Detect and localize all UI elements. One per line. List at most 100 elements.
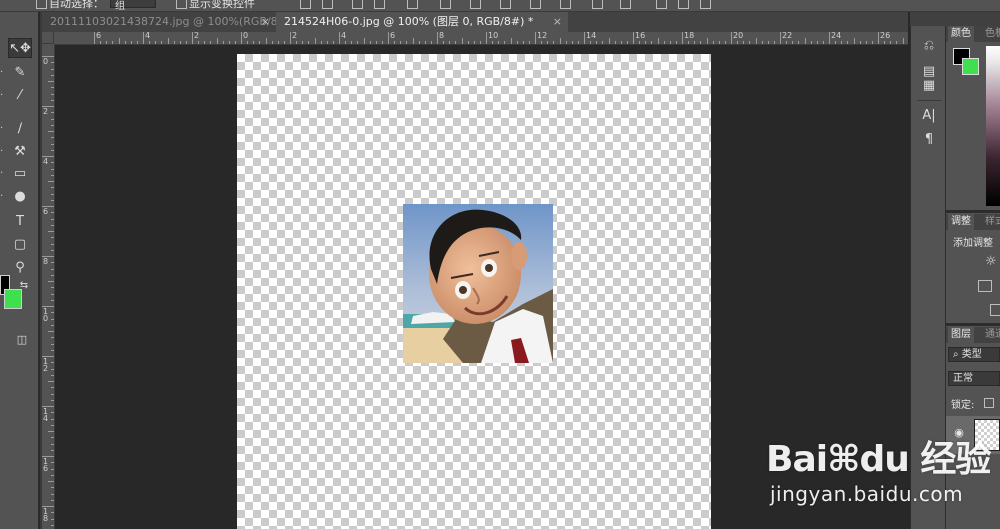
layer-kind-filter[interactable]: ⌕ 类型 [948, 347, 1000, 362]
ruler-h-minor-tick [559, 38, 561, 44]
history-panel-icon[interactable]: ⎌ [920, 38, 938, 54]
align-bottom-icon[interactable] [352, 0, 363, 9]
quick-selection-tool-icon[interactable]: · ✎ [0, 63, 32, 83]
ruler-h-label: 16 [635, 32, 646, 40]
ruler-h-minor-tick [185, 41, 187, 44]
levels-icon[interactable] [978, 280, 992, 292]
close-icon[interactable]: × [261, 12, 270, 32]
info-panel-icon[interactable]: ▦ [920, 78, 938, 94]
ruler-h-minor-tick [718, 41, 720, 44]
align-top-icon[interactable] [300, 0, 311, 9]
auto-align-icon[interactable] [592, 0, 603, 9]
vibrance-icon[interactable] [990, 304, 1000, 316]
type-tool-icon[interactable]: T [8, 212, 32, 232]
baidu-jingyan-watermark: Bai⌘du 经验 jingyan.baidu.com [766, 418, 998, 528]
eyedropper-tool-icon[interactable]: · ⁄ [0, 86, 32, 106]
3d-rotate-icon[interactable] [656, 0, 667, 9]
background-color-swatch[interactable] [4, 289, 22, 309]
brightness-icon[interactable]: ☼ [985, 254, 997, 269]
ruler-v-minor-tick [51, 524, 54, 526]
shape-tool-icon[interactable]: ▢ [8, 235, 32, 255]
ruler-h-minor-tick [859, 41, 861, 44]
ruler-v-minor-tick [51, 337, 54, 339]
ruler-h-minor-tick [216, 38, 218, 44]
ruler-v-minor-tick [51, 93, 54, 95]
distribute-left-icon[interactable] [500, 0, 511, 9]
color-panel-background[interactable] [962, 58, 979, 75]
align-middle-icon[interactable] [322, 0, 333, 9]
ruler-h-minor-tick [234, 41, 236, 44]
gradient-tool-icon[interactable]: · ▭ [0, 164, 32, 184]
move-tool-icon[interactable]: ↖✥ [8, 38, 32, 58]
ruler-h-minor-tick [498, 41, 500, 44]
ruler-v-minor-tick [51, 349, 54, 351]
zoom-tool-icon[interactable]: ⚲ [8, 258, 32, 278]
3d-drag-icon[interactable] [700, 0, 711, 9]
distribute-middle-icon[interactable] [440, 0, 451, 9]
color-spectrum[interactable] [986, 46, 1000, 206]
brush-tool-icon[interactable]: · ∕ [0, 119, 32, 139]
ruler-h-minor-tick [130, 41, 132, 44]
tab-styles[interactable]: 样式 [982, 214, 1000, 230]
ruler-h-minor-tick [804, 38, 806, 44]
ruler-h-label: 18 [684, 32, 695, 40]
ruler-h-minor-tick [688, 41, 690, 44]
ruler-v-minor-tick [51, 243, 54, 245]
tab-channels[interactable]: 通道 [982, 327, 1000, 343]
panels-collapse-bar[interactable] [946, 12, 1000, 26]
ruler-h-minor-tick [443, 41, 445, 44]
distribute-right-icon[interactable] [560, 0, 571, 9]
layers-panel-tabs: 图层 通道 [946, 327, 1000, 343]
document-tab-2[interactable]: 214524H06-0.jpg @ 100% (图层 0, RGB/8#) * … [276, 12, 568, 32]
distribute-bottom-icon[interactable] [470, 0, 481, 9]
ruler-h-minor-tick [357, 41, 359, 44]
3d-roll-icon[interactable] [678, 0, 689, 9]
blend-mode-dropdown[interactable]: 正常 [948, 371, 1000, 386]
ruler-h-label: 14 [586, 32, 597, 40]
distribute-top-icon[interactable] [407, 0, 418, 9]
lock-transparent-icon[interactable] [984, 398, 994, 408]
ruler-origin[interactable] [42, 32, 54, 44]
tab-adjustments[interactable]: 调整 [948, 214, 974, 230]
ruler-v-minor-tick [51, 218, 54, 220]
clone-stamp-tool-icon[interactable]: · ⚒ [0, 142, 32, 162]
ruler-h-minor-tick [228, 41, 230, 44]
ruler-h-minor-tick [222, 41, 224, 44]
horizontal-ruler[interactable]: 6 4 2 0 2 4 6 8 10 12 14 16 18 20 22 24 26 [54, 32, 908, 45]
ruler-h-label: 10 [488, 32, 499, 40]
ruler-h-minor-tick [835, 41, 837, 44]
ruler-v-minor-tick [51, 368, 54, 370]
distribute-center-icon[interactable] [530, 0, 541, 9]
tab-swatches[interactable]: 色板 [982, 26, 1000, 42]
ruler-v-minor-tick [48, 331, 54, 332]
ruler-h-minor-tick [890, 41, 892, 44]
paragraph-panel-icon[interactable]: ¶ [920, 132, 938, 148]
ruler-h-minor-tick [400, 41, 402, 44]
lock-label: 锁定: [951, 400, 975, 411]
quick-mask-icon[interactable]: ◫ [10, 330, 34, 350]
ruler-h-minor-tick [308, 41, 310, 44]
document-tab-1[interactable]: 20111103021438724.jpg @ 100%(RGB/8#) × [42, 12, 276, 32]
ruler-h-minor-tick [277, 41, 279, 44]
layer-photo[interactable] [403, 204, 553, 363]
ruler-h-minor-tick [161, 41, 163, 44]
ruler-v-label: 2 [43, 107, 49, 116]
ruler-h-minor-tick [884, 41, 886, 44]
ruler-v-minor-tick [51, 193, 54, 195]
tab-color[interactable]: 颜色 [948, 26, 974, 42]
3d-mode-icon[interactable] [620, 0, 631, 9]
tab-layers[interactable]: 图层 [948, 327, 974, 343]
character-panel-icon[interactable]: A| [920, 108, 938, 124]
auto-select-dropdown[interactable]: 组 [110, 0, 156, 11]
dodge-tool-icon[interactable]: · ● [0, 187, 32, 207]
vertical-ruler[interactable]: 0 2 4 6 8 10 12 14 16 18 [42, 44, 55, 529]
ruler-h-label: 24 [831, 32, 842, 40]
auto-select-checkbox[interactable] [36, 0, 47, 9]
tools-panel: ↖✥ · ✎ · ⁄ · ∕ · ⚒ · ▭ · ● T ▢ ⚲ ⇆ ◫ [0, 12, 39, 529]
ruler-h-tick [878, 32, 879, 44]
dock-collapse-bar[interactable] [910, 12, 946, 26]
close-icon[interactable]: × [553, 12, 562, 32]
align-left-icon[interactable] [374, 0, 385, 9]
show-transform-checkbox[interactable] [176, 0, 187, 9]
add-adjustment-label: 添加调整 [953, 238, 993, 249]
